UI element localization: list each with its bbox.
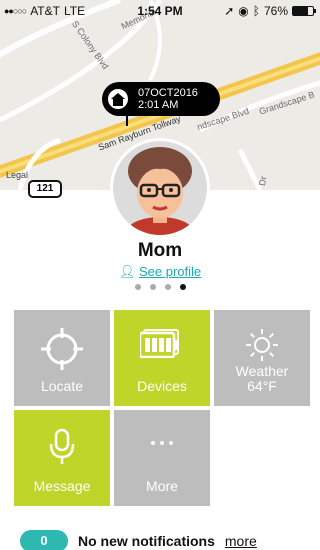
road-label-dr: Dr: [257, 175, 269, 187]
page-dot[interactable]: [164, 284, 171, 290]
message-label: Message: [33, 478, 91, 494]
crosshair-icon: [14, 328, 110, 370]
weather-temperature: 64°F: [247, 378, 277, 394]
battery-icon: [292, 6, 316, 16]
locate-tile[interactable]: Locate: [14, 310, 110, 406]
weather-tile[interactable]: Weather 64°F: [214, 310, 310, 406]
page-dot[interactable]: [179, 284, 186, 290]
home-icon: [106, 87, 130, 111]
weather-label: Weather: [235, 363, 289, 379]
bubble-time: 2:01 AM: [138, 99, 179, 111]
see-profile-label: See profile: [138, 264, 202, 279]
battery-percent: 76%: [263, 4, 288, 18]
message-tile[interactable]: Message: [14, 410, 110, 506]
locate-label: Locate: [40, 378, 84, 394]
more-label: More: [146, 478, 178, 494]
avatar-illustration: [126, 147, 194, 235]
battery-devices-icon: [114, 328, 210, 358]
status-bar: ●●○○○ AT&T LTE 1:54 PM ➚ ◉ ᛒ 76%: [0, 0, 320, 20]
sun-icon: [214, 328, 310, 362]
notification-text: No new notifications: [78, 533, 215, 549]
more-tile[interactable]: More: [114, 410, 210, 506]
location-bubble[interactable]: 07OCT2016 2:01 AM: [102, 82, 220, 116]
page-dot[interactable]: [134, 284, 141, 290]
devices-tile[interactable]: Devices: [114, 310, 210, 406]
avatar[interactable]: [110, 138, 210, 238]
notifications-bar: 0 No new notifications more: [20, 530, 257, 550]
devices-label: Devices: [137, 378, 187, 394]
map-legal-link[interactable]: Legal: [6, 170, 28, 180]
bluetooth-icon: ᛒ: [252, 4, 260, 18]
person-icon: 👤︎: [118, 264, 136, 279]
notifications-more-link[interactable]: more: [225, 533, 257, 549]
see-profile-link[interactable]: 👤︎ See profile: [0, 264, 320, 280]
profile-name: Mom: [137, 240, 183, 261]
ellipsis-icon: [114, 440, 210, 446]
notification-count-badge[interactable]: 0: [20, 530, 68, 550]
page-indicator[interactable]: [0, 284, 320, 290]
bubble-pointer: [126, 114, 128, 126]
page-dot[interactable]: [149, 284, 156, 290]
bubble-date: 07OCT2016: [138, 87, 198, 99]
location-arrow-icon: ➚: [224, 4, 235, 18]
microphone-icon: [14, 428, 110, 466]
alarm-icon: ◉: [238, 4, 249, 18]
highway-shield: 121: [28, 180, 62, 198]
